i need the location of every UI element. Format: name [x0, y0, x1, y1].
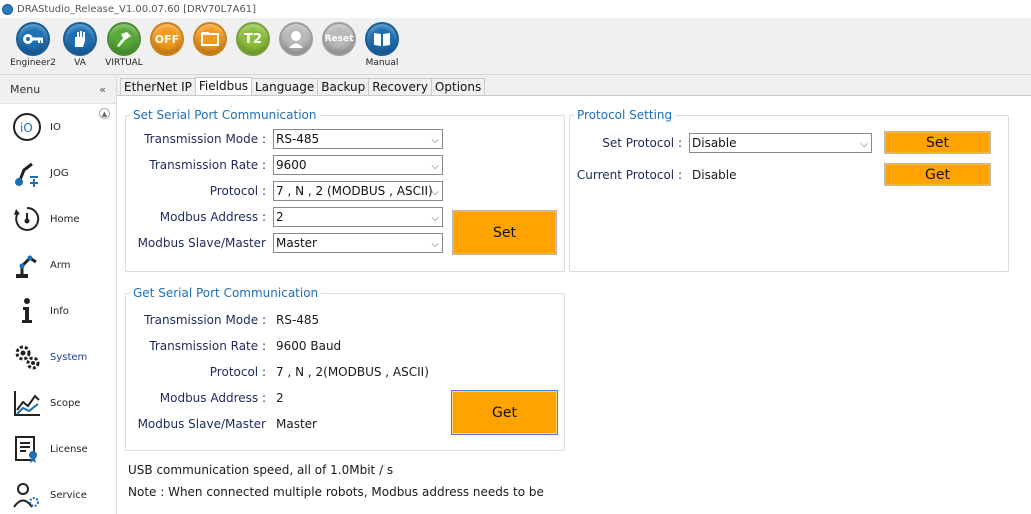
manual-button[interactable]: Manual — [353, 22, 411, 74]
get-mode-value: RS-485 — [276, 313, 320, 327]
sidebar-item-arm[interactable]: Arm — [0, 242, 116, 288]
transmission-rate-select[interactable]: 9600 ⌵ — [273, 155, 443, 175]
chevron-down-icon: ⌵ — [860, 139, 868, 150]
current-protocol-label: Current Protocol : — [576, 168, 682, 182]
set-rate-label: Transmission Rate : — [149, 158, 266, 172]
get-serial-title: Get Serial Port Communication — [133, 286, 319, 300]
key-icon — [16, 22, 50, 56]
jog-icon — [12, 158, 42, 188]
tab-ethernet-ip[interactable]: EtherNet IP — [120, 78, 196, 95]
tab-fieldbus[interactable]: Fieldbus — [194, 77, 253, 95]
title-bar: DRAStudio_Release_V1.00.07.60 [DRV70L7A6… — [0, 0, 1031, 18]
t2-icon: T2 — [236, 22, 270, 56]
tab-options[interactable]: Options — [430, 78, 486, 95]
tab-backup[interactable]: Backup — [317, 78, 370, 95]
virtual-icon — [107, 22, 141, 56]
set-protocol-button[interactable]: Set — [884, 131, 991, 154]
menu-header: Menu « — [0, 76, 116, 104]
chevron-down-icon: ⌵ — [431, 213, 439, 224]
sidebar-item-scope[interactable]: Scope — [0, 380, 116, 426]
chevron-down-icon: ⌵ — [431, 135, 439, 146]
tab-language[interactable]: Language — [251, 78, 319, 95]
person-icon — [279, 22, 313, 56]
get-address-value: 2 — [276, 391, 284, 405]
current-protocol-value: Disable — [692, 168, 737, 182]
robot-arm-icon — [12, 250, 42, 280]
modbus-address-note: Note : When connected multiple robots, M… — [128, 485, 544, 499]
io-icon: iO — [12, 112, 42, 142]
settings-tabs: EtherNet IP Fieldbus Language Backup Rec… — [120, 77, 486, 95]
tab-recovery[interactable]: Recovery — [368, 78, 432, 95]
folder-icon — [193, 22, 227, 56]
get-protocol-button[interactable]: Get — [884, 163, 991, 186]
get-mode-label: Transmission Mode : — [144, 313, 266, 327]
get-protocol-label: Protocol : — [209, 365, 266, 379]
chevron-down-icon: ⌵ — [431, 239, 439, 250]
sidebar-item-io[interactable]: iO IO — [0, 104, 116, 150]
protocol-setting-title: Protocol Setting — [577, 108, 673, 122]
get-rate-label: Transmission Rate : — [149, 339, 266, 353]
get-address-label: Modbus Address : — [159, 391, 266, 405]
hand-icon — [63, 22, 97, 56]
toolbar: Engineer2 VA VIRTUAL OFF T2 Reset Manual — [0, 18, 1031, 75]
scope-chart-icon — [12, 388, 42, 418]
set-serial-button[interactable]: Set — [452, 210, 557, 255]
transmission-mode-select[interactable]: RS-485 ⌵ — [273, 129, 443, 149]
sidebar-item-home[interactable]: Home — [0, 196, 116, 242]
fieldbus-panel: Set Serial Port Communication Transmissi… — [117, 95, 1031, 514]
reset-icon: Reset — [322, 22, 356, 56]
off-icon: OFF — [150, 22, 184, 56]
set-protocol-label: Protocol : — [209, 184, 266, 198]
chevron-down-icon: ⌵ — [431, 161, 439, 172]
sidebar-item-license[interactable]: License — [0, 426, 116, 472]
get-rate-value: 9600 Baud — [276, 339, 342, 353]
sidebar-item-info[interactable]: Info — [0, 288, 116, 334]
get-protocol-value: 7 , N , 2(MODBUS , ASCII) — [276, 365, 429, 379]
gear-icon — [12, 342, 42, 372]
service-people-icon — [12, 480, 42, 510]
chevron-down-icon: ⌵ — [431, 187, 439, 198]
set-protocol-label: Set Protocol : — [602, 136, 682, 150]
svg-text:iO: iO — [20, 121, 33, 135]
collapse-icon[interactable]: « — [99, 83, 106, 96]
window-title: DRAStudio_Release_V1.00.07.60 [DRV70L7A6… — [17, 3, 257, 15]
sidebar-menu: Menu « ▲ iO IO JOG Home Arm Info System … — [0, 76, 117, 514]
get-serial-button[interactable]: Get — [451, 390, 558, 435]
protocol-select[interactable]: 7 , N , 2 (MODBUS , ASCII) ⌵ — [273, 181, 443, 201]
info-icon — [12, 296, 42, 326]
set-role-label: Modbus Slave/Master — [137, 236, 266, 250]
app-icon — [2, 3, 13, 15]
usb-speed-note: USB communication speed, all of 1.0Mbit … — [128, 463, 394, 477]
sidebar-item-service[interactable]: Service — [0, 472, 116, 514]
modbus-address-select[interactable]: 2 ⌵ — [273, 207, 443, 227]
modbus-role-select[interactable]: Master ⌵ — [273, 233, 443, 253]
set-address-label: Modbus Address : — [159, 210, 266, 224]
book-icon — [365, 22, 399, 56]
menu-title: Menu — [10, 83, 41, 96]
set-serial-title: Set Serial Port Communication — [133, 108, 317, 122]
set-protocol-select[interactable]: Disable ⌵ — [689, 133, 872, 153]
set-mode-label: Transmission Mode : — [144, 132, 266, 146]
sidebar-item-system[interactable]: System — [0, 334, 116, 380]
get-role-label: Modbus Slave/Master — [137, 417, 266, 431]
license-certificate-icon — [12, 434, 42, 464]
get-role-value: Master — [276, 417, 317, 431]
sidebar-item-jog[interactable]: JOG — [0, 150, 116, 196]
home-icon — [12, 204, 42, 234]
